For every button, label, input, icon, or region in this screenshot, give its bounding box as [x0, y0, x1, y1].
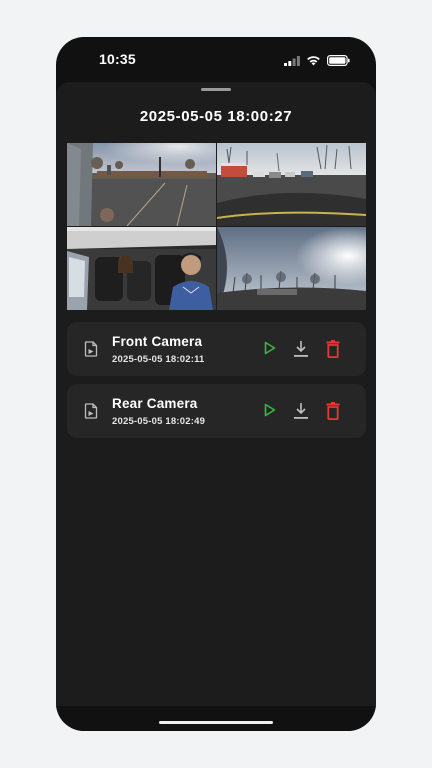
sheet-title: 2025-05-05 18:00:27 — [139, 108, 293, 125]
trash-icon — [326, 340, 340, 359]
download-icon — [294, 341, 308, 357]
play-button[interactable] — [263, 340, 277, 361]
play-button[interactable] — [263, 402, 277, 423]
download-button[interactable] — [293, 340, 309, 363]
play-icon — [264, 341, 276, 355]
recording-list: Front Camera 2025-05-05 18:02:11 Rear Ca… — [67, 322, 366, 446]
battery-icon — [327, 53, 350, 71]
download-icon — [294, 403, 308, 419]
download-button[interactable] — [293, 402, 309, 425]
recording-item-front-camera[interactable]: Front Camera 2025-05-05 18:02:11 — [67, 322, 366, 376]
delete-button[interactable] — [326, 340, 340, 363]
phone-frame: 10:35 2025-05-05 18:00:27 Front Camera 2… — [56, 37, 376, 731]
cabin-view-preview[interactable] — [67, 227, 216, 310]
trash-icon — [326, 402, 340, 421]
status-bar: 10:35 — [56, 37, 376, 81]
rear-view-preview[interactable] — [217, 143, 366, 226]
bottom-bar — [56, 706, 376, 731]
recording-detail-sheet: 2025-05-05 18:00:27 Front Camera 2025-05… — [56, 82, 376, 706]
camera-preview-grid[interactable] — [67, 143, 366, 311]
sheet-grabber[interactable] — [201, 88, 231, 91]
front-view-preview[interactable] — [67, 143, 216, 226]
delete-button[interactable] — [326, 402, 340, 425]
video-file-icon — [84, 341, 98, 362]
recording-timestamp: 2025-05-05 18:02:49 — [112, 416, 206, 427]
home-indicator[interactable] — [159, 721, 273, 724]
recording-timestamp: 2025-05-05 18:02:11 — [112, 354, 205, 365]
status-time: 10:35 — [99, 51, 136, 67]
video-file-icon — [84, 403, 98, 424]
recording-label: Rear Camera — [112, 396, 198, 411]
recording-label: Front Camera — [112, 334, 203, 349]
play-icon — [264, 403, 276, 417]
cellular-signal-icon — [284, 53, 300, 71]
status-icons — [284, 53, 350, 71]
wifi-icon — [306, 53, 321, 71]
recording-item-rear-camera[interactable]: Rear Camera 2025-05-05 18:02:49 — [67, 384, 366, 438]
side-view-preview[interactable] — [217, 227, 366, 310]
